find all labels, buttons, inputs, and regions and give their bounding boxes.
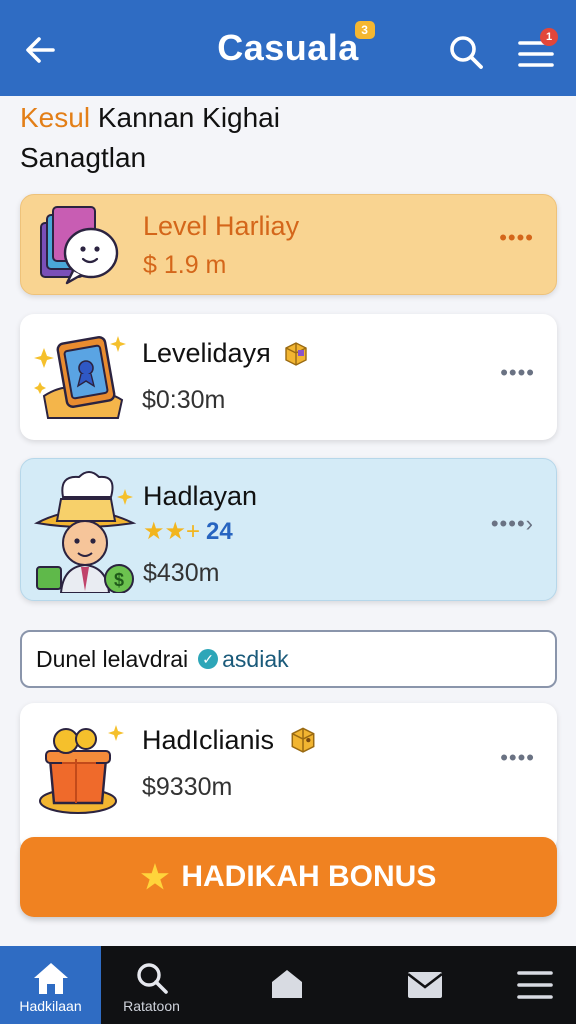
chef-money-icon: $ xyxy=(33,471,137,593)
intro-line1: Kannan Kighai xyxy=(90,102,280,133)
star-rating: ★★+ 24 xyxy=(143,517,233,546)
nav-label: Ratatoon xyxy=(123,998,180,1014)
card-title-text: HadIclianis xyxy=(142,725,275,755)
card-title: Level Harliay xyxy=(143,211,300,241)
more-options-button[interactable]: ••••› xyxy=(491,511,534,537)
more-options-button[interactable]: •••• xyxy=(500,360,535,386)
intro-line2: Sanagtlan xyxy=(20,142,147,173)
mail-icon xyxy=(406,972,443,998)
intro-heading: Kesul Kannan Kighai Sanagtlan xyxy=(20,98,540,178)
stars: ★★+ xyxy=(143,518,201,545)
card-title: HadIclianis xyxy=(142,723,318,756)
nav-item-search[interactable]: Ratatoon xyxy=(101,946,202,1024)
nav-label: Hadkilaan xyxy=(19,998,82,1014)
back-button[interactable] xyxy=(20,30,60,70)
svg-text:$: $ xyxy=(114,570,124,590)
notification-badge: 1 xyxy=(540,28,558,46)
nav-item-menu[interactable] xyxy=(484,946,576,1024)
app-title: Casuala 3 xyxy=(217,21,375,69)
card-price: $9330m xyxy=(142,773,233,801)
search-icon xyxy=(450,36,483,69)
game-card-hadlayan[interactable]: $ Hadlayan ★★+ 24 $430m ••••› xyxy=(20,458,557,601)
card-price: $430m xyxy=(143,559,220,587)
bottom-navigation: Hadkilaan Ratatoon xyxy=(0,946,576,1024)
info-bar[interactable]: Dunel lelavdrai ✓ asdiak xyxy=(20,630,557,688)
title-badge: 3 xyxy=(354,21,375,39)
home-icon xyxy=(33,963,68,994)
more-options-button[interactable]: •••• xyxy=(500,745,535,771)
game-card-level-harliay[interactable]: Level Harliay $ 1.9 m •••• xyxy=(20,194,557,295)
verified-text: asdiak xyxy=(222,645,289,672)
card-title: Levelidayя xyxy=(142,338,310,369)
house-icon xyxy=(271,970,302,998)
check-badge-icon: ✓ xyxy=(198,649,219,669)
arrow-left-icon xyxy=(26,37,55,63)
chat-books-icon xyxy=(40,206,119,285)
search-icon xyxy=(136,963,168,994)
app-title-text: Casuala xyxy=(217,27,359,68)
intro-accent: Kesul xyxy=(20,102,91,133)
bonus-button[interactable]: ★ HADIKAH BONUS xyxy=(20,837,557,917)
gift-box-icon xyxy=(285,342,307,366)
rating-value: 24 xyxy=(206,518,233,545)
more-options-button[interactable]: •••• xyxy=(499,225,534,251)
card-price: $0:30m xyxy=(142,386,226,414)
nav-item-home[interactable]: Hadkilaan xyxy=(0,946,101,1024)
search-button[interactable] xyxy=(446,32,486,72)
treasure-pot-icon xyxy=(39,725,124,814)
card-title-text: Levelidayя xyxy=(142,338,271,368)
verified-tag: ✓ asdiak xyxy=(198,645,289,673)
nav-item-mail[interactable] xyxy=(374,946,475,1024)
game-card-hadiclianis[interactable]: HadIclianis $9330m •••• xyxy=(20,703,557,853)
card-title: Hadlayan xyxy=(143,481,258,511)
hamburger-menu-icon xyxy=(516,971,553,999)
nav-item-house[interactable] xyxy=(236,946,337,1024)
tablet-award-icon xyxy=(34,336,126,419)
card-price: $ 1.9 m xyxy=(143,251,227,279)
star-icon: ★ xyxy=(140,859,170,895)
app-header: Casuala 3 1 xyxy=(0,0,576,96)
info-bar-text: Dunel lelavdrai xyxy=(36,645,189,672)
gift-box-icon xyxy=(291,727,315,753)
bonus-button-label: HADIKAH BONUS xyxy=(181,860,437,893)
game-card-levelidaya[interactable]: Levelidayя $0:30m •••• xyxy=(20,314,557,440)
menu-button[interactable]: 1 xyxy=(516,28,558,74)
